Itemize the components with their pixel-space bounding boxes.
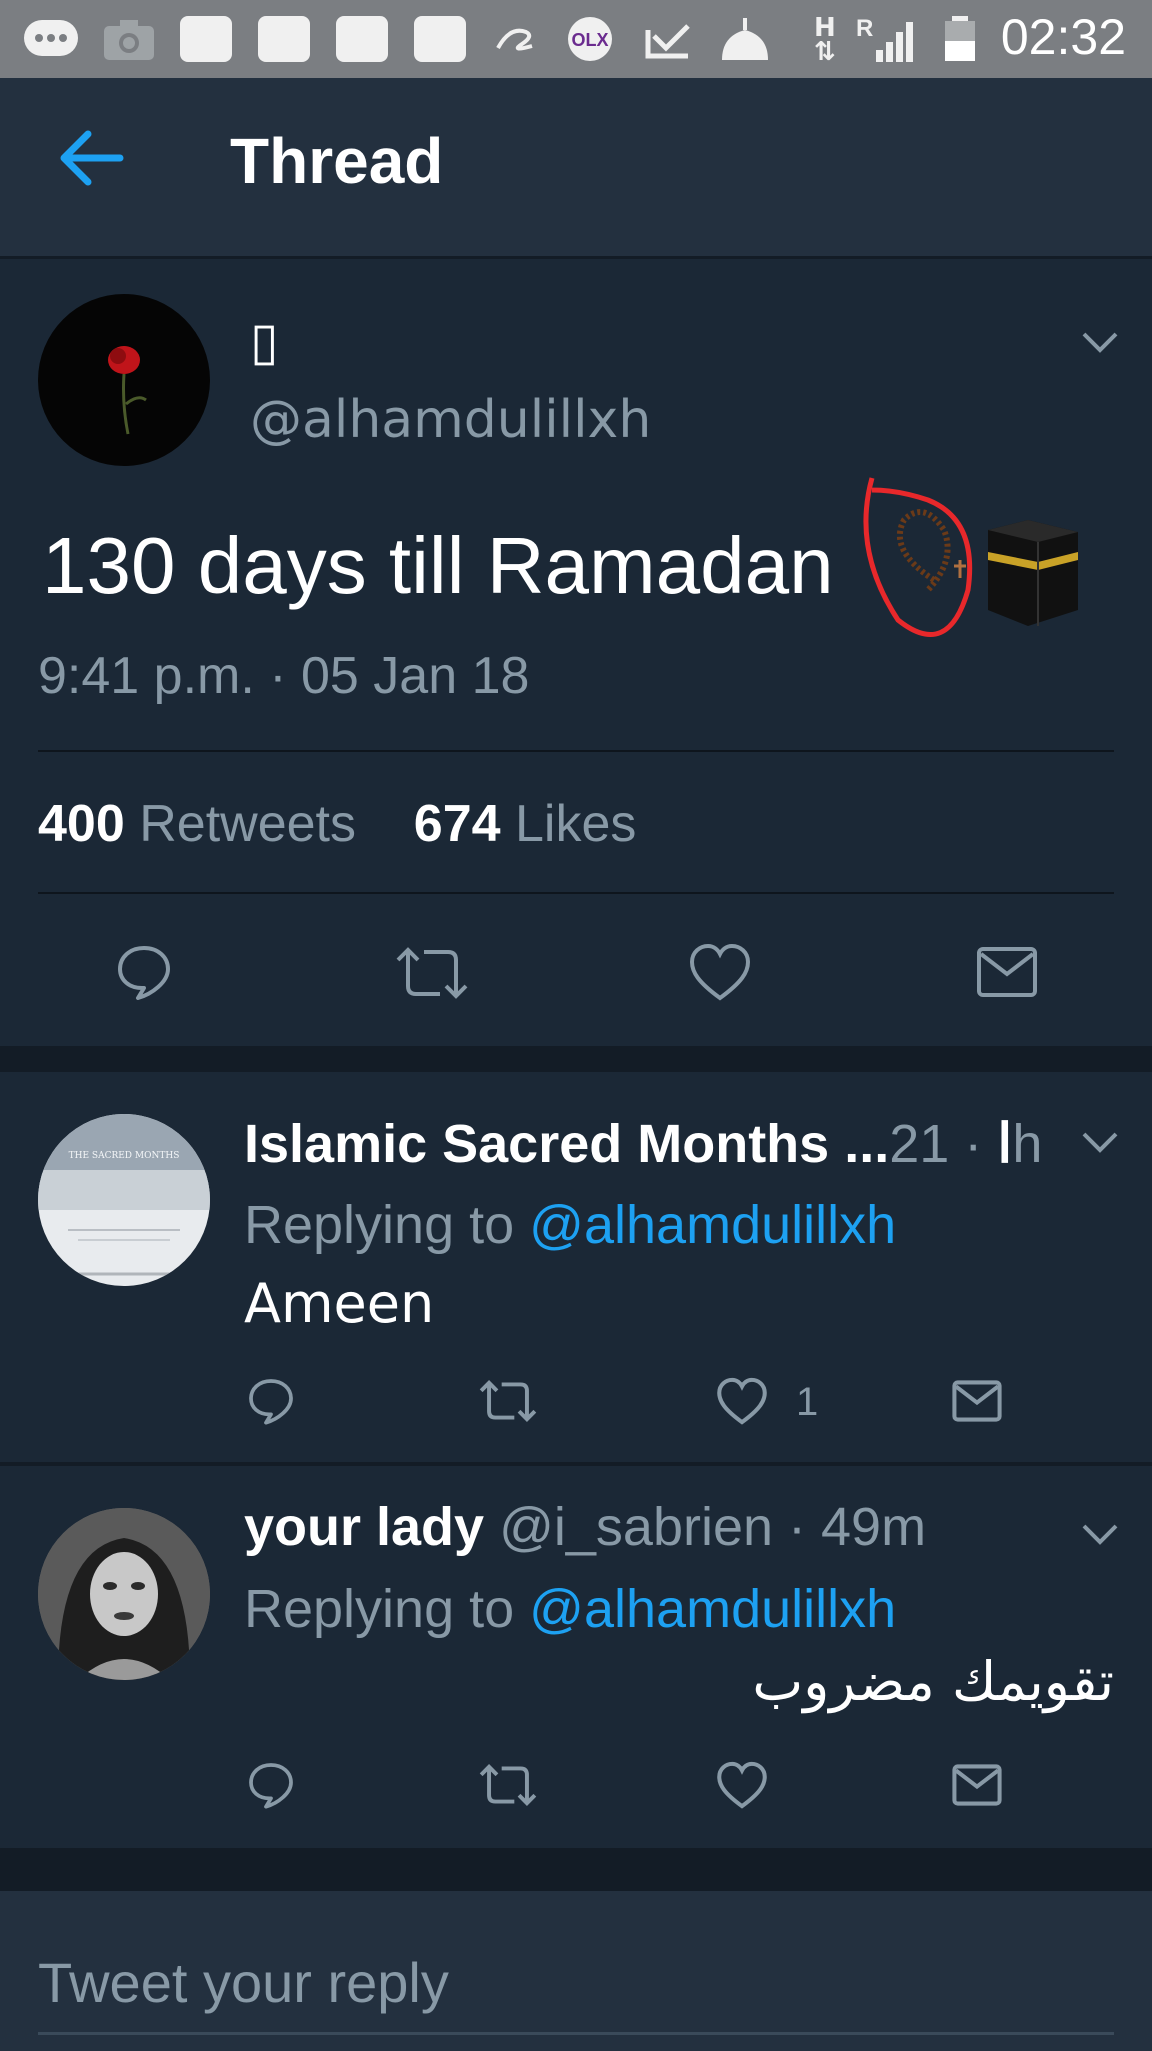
like-count: 1: [796, 1380, 819, 1424]
chevron-down-icon[interactable]: [1080, 330, 1120, 354]
direct-message-icon[interactable]: [976, 946, 1038, 998]
replying-to-link[interactable]: @alhamdulillxh: [529, 1579, 896, 1639]
direct-message-icon[interactable]: [952, 1764, 1002, 1806]
section-separator: [0, 1462, 1152, 1466]
chevron-down-icon[interactable]: [1080, 1522, 1120, 1546]
like-icon[interactable]: [716, 1376, 768, 1426]
tweet-emojis: [863, 477, 1078, 638]
camera-icon: [104, 20, 154, 60]
reply-meta: @i_sabrien · 49m: [484, 1497, 927, 1557]
svg-text:OLX: OLX: [571, 30, 608, 50]
replying-to-link[interactable]: @alhamdulillxh: [529, 1195, 896, 1255]
reply-input[interactable]: [38, 1932, 1114, 2035]
page-title: Thread: [230, 125, 444, 197]
svg-text:R: R: [856, 16, 873, 42]
like-icon[interactable]: [688, 942, 752, 1002]
direct-message-icon[interactable]: [952, 1380, 1002, 1422]
reply-text: تقويمك مضروب: [752, 1650, 1114, 1713]
avatar[interactable]: [38, 1508, 210, 1680]
retweet-icon[interactable]: [478, 1762, 538, 1808]
author-name[interactable]: ▯: [250, 312, 279, 372]
author-handle[interactable]: @alhamdulillxh: [250, 390, 651, 450]
battery-icon: [945, 16, 975, 61]
replying-to: Replying to @alhamdulillxh: [244, 1195, 897, 1255]
divider: [38, 892, 1114, 894]
status-bar: OLX H ⇅ R 02:32: [0, 0, 1152, 78]
section-separator: [0, 1848, 1152, 1888]
reply-text: Ameen: [244, 1272, 435, 1335]
check-icon: [645, 24, 690, 59]
like-icon[interactable]: [716, 1760, 768, 1810]
section-separator: [0, 1046, 1152, 1072]
reply-meta: · 21h: [889, 1114, 1043, 1174]
replying-to: Replying to @alhamdulillxh: [244, 1579, 897, 1639]
like-stat[interactable]: 674 Likes: [414, 795, 637, 853]
reply-author-name[interactable]: your lady: [244, 1497, 484, 1557]
avatar[interactable]: THE SACRED MONTHS: [38, 1114, 210, 1286]
app-bar: [0, 78, 1152, 259]
back-arrow-icon[interactable]: [58, 128, 128, 188]
app-icon: [258, 16, 310, 62]
sacred-months-image: THE SACRED MONTHS: [38, 1114, 210, 1276]
app-icon: [336, 16, 388, 62]
reply-icon[interactable]: [246, 1760, 296, 1810]
tweet-stats: 400 Retweets 674 Likes: [38, 794, 636, 854]
retweet-stat[interactable]: 400 Retweets: [38, 795, 356, 853]
reply-icon[interactable]: [246, 1376, 296, 1426]
reply-header: Islamic Sacred Months ...ا · 21h: [244, 1112, 1042, 1175]
network-type: H ⇅: [814, 13, 836, 67]
profile-photo: [38, 1508, 210, 1680]
alibaba-icon: [496, 28, 533, 51]
olx-icon: OLX: [568, 17, 612, 61]
tweet-timestamp: 9:41 p.m. · 05 Jan 18: [38, 647, 530, 705]
messages-icon: [24, 20, 78, 56]
chevron-down-icon[interactable]: [1080, 1130, 1120, 1154]
mosque-icon: [722, 18, 768, 60]
app-icon: [180, 16, 232, 62]
kaaba-icon: [988, 520, 1078, 626]
avatar[interactable]: [38, 294, 210, 466]
status-time: 02:32: [1000, 9, 1126, 65]
divider: [38, 750, 1114, 752]
signal-icon: R: [856, 16, 913, 62]
tweet-text: 130 days till Ramadan: [42, 521, 834, 610]
retweet-icon[interactable]: [394, 944, 470, 1002]
app-icon: [414, 16, 466, 62]
reply-header: your lady @i_sabrien · 49m: [244, 1496, 926, 1558]
rose-image: [108, 346, 147, 435]
retweet-icon[interactable]: [478, 1378, 538, 1424]
annotation-circle: [863, 477, 973, 638]
reply-icon[interactable]: [114, 942, 174, 1002]
svg-text:THE SACRED MONTHS: THE SACRED MONTHS: [69, 1151, 180, 1161]
